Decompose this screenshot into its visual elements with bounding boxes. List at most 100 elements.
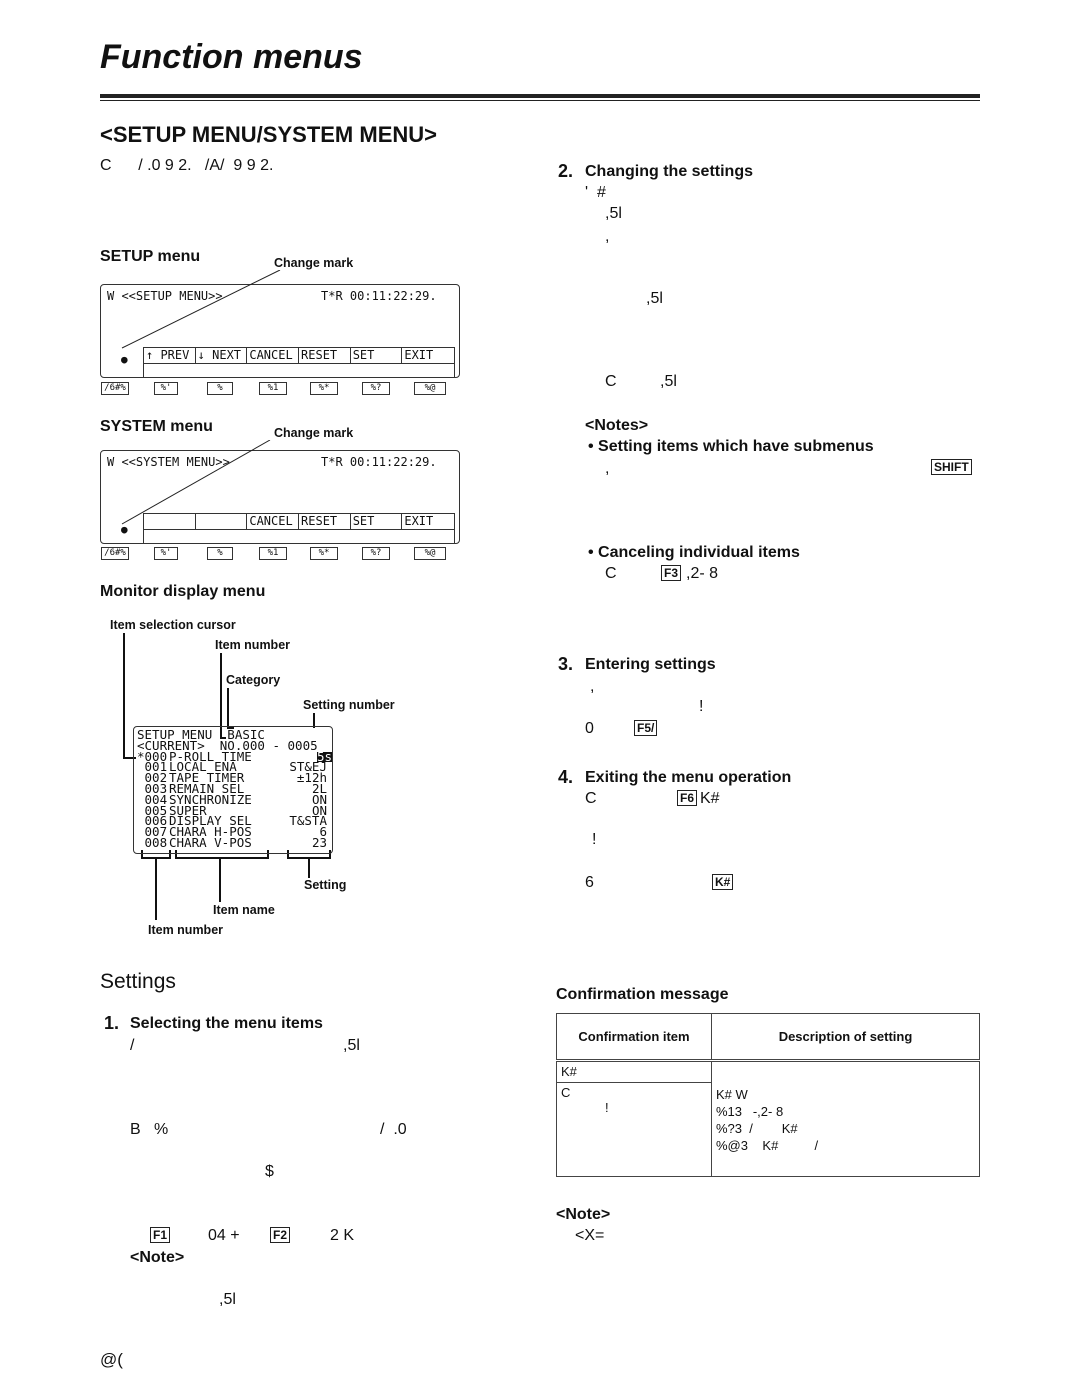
text: ,5l [605,205,622,222]
settings-heading: Settings [100,970,176,993]
f5-key: F5/ [634,720,658,736]
monitor-display-screen: SETUP MENU BASIC <CURRENT> NO.000 - 0005… [133,726,333,854]
bullet-submenus: • Setting items which have submenus [588,438,874,455]
key-shift[interactable]: /6#% [101,547,129,560]
title-rule-thin [100,100,980,101]
text: , [605,460,610,477]
confirmation-heading: Confirmation message [556,986,729,1003]
key-f4[interactable]: %* [310,382,338,395]
step-number: 1. [104,1013,120,1033]
text: ! [605,1100,609,1115]
key-f4[interactable]: %* [310,547,338,560]
fn-reset: RESET [299,514,351,529]
text: ,5l [660,373,677,390]
text: 2 K [330,1227,355,1244]
text: 0 [585,720,594,737]
key-f2[interactable]: % [207,547,233,560]
desc-line: K# W [716,1087,748,1102]
step-number: 3. [558,654,574,674]
text: , [590,678,595,695]
text: C [605,565,617,582]
key-f3[interactable]: %1 [259,382,287,395]
fn-exit: EXIT [404,514,434,528]
change-mark-label: Change mark [274,426,354,440]
desc-line: %?3 / K# [716,1121,798,1136]
f1-key: F1 [150,1227,171,1243]
manual-page: Function menus <SETUP MENU/SYSTEM MENU> … [0,0,1080,1397]
key-f5[interactable]: %? [362,547,390,560]
setup-menu-heading: SETUP menu [100,248,201,265]
key-f2[interactable]: % [207,382,233,395]
key-f1[interactable]: %' [154,547,178,560]
step2-title: Changing the settings [585,163,753,180]
fn-reset: RESET [299,348,351,363]
lcd-timecode: T*R 00:11:22:29. [321,289,437,303]
text: C [585,790,597,807]
item-number: 008 [137,834,168,850]
monitor-menu-heading: Monitor display menu [100,583,266,600]
text: C [605,373,617,390]
text: ,5l [219,1291,236,1308]
text: C [561,1085,571,1100]
key-f3[interactable]: %1 [259,547,287,560]
page-number: @( [100,1350,123,1369]
item-name: CHARA V-POS [169,834,252,850]
title-rule [100,94,980,98]
text: B % [130,1121,169,1138]
f3-key: F3 [661,565,682,581]
desc-line: %13 -,2- 8 [716,1104,784,1119]
note-heading: <Note> [130,1249,185,1266]
fn-set: SET [351,514,403,529]
text: 04 + [208,1227,240,1244]
item-setting: 23 [311,834,327,850]
key-shift[interactable]: /6#% [101,382,129,395]
system-menu-heading: SYSTEM menu [100,418,213,435]
intro-text: C / .0 9 2. /A/ 9 9 2. [100,157,274,174]
key-f6[interactable]: %@ [414,547,446,560]
step3-title: Entering settings [585,656,716,673]
key-f1[interactable]: %' [154,382,178,395]
f6-key: F6 [677,790,698,806]
exit-key: K# [712,874,734,890]
text: ! [592,831,597,848]
f2-key: F2 [270,1227,291,1243]
text: ' # [585,184,606,201]
table-cell: K# [556,1060,712,1083]
text: / .0 [380,1121,407,1138]
page-title: Function menus [100,38,363,76]
text: $ [265,1163,274,1180]
key-f5[interactable]: %? [362,382,390,395]
step4-title: Exiting the menu operation [585,769,792,786]
change-mark-pointer [121,270,281,349]
text: ,5l [343,1037,360,1054]
step-number: 2. [558,161,574,181]
menu-item-row: 008 CHARA V-POS 23 [137,834,332,850]
bullet-canceling: • Canceling individual items [588,544,800,561]
bullet-title: Setting items which have submenus [598,438,874,455]
table-cell: C! [556,1082,712,1177]
col-header: Description of setting [711,1013,980,1061]
description-cell: K# W %13 -,2- 8 %?3 / K# %@3 K# / [711,1060,980,1177]
text: 6 [585,874,594,891]
change-mark-pointer [121,440,271,525]
col-header: Confirmation item [556,1013,712,1061]
text: K# [700,790,720,807]
lcd-timecode: T*R 00:11:22:29. [321,455,437,469]
section-heading: <SETUP MENU/SYSTEM MENU> [100,122,437,147]
text: / [130,1037,135,1054]
bullet-title: Canceling individual items [598,544,800,561]
change-mark-label: Change mark [274,256,354,270]
confirmation-table: Confirmation item Description of setting… [556,1013,980,1177]
notes-heading: <Notes> [585,417,649,434]
text: ,5l [646,290,663,307]
shift-key: SHIFT [931,459,972,475]
note-heading: <Note> [556,1206,611,1223]
step-number: 4. [558,767,574,787]
key-f6[interactable]: %@ [414,382,446,395]
step1-title: Selecting the menu items [130,1015,323,1032]
text: ,2- 8 [686,565,719,582]
text: <X= [575,1227,605,1244]
fn-set: SET [351,348,403,363]
text: , [605,228,610,245]
text: ! [699,698,704,715]
